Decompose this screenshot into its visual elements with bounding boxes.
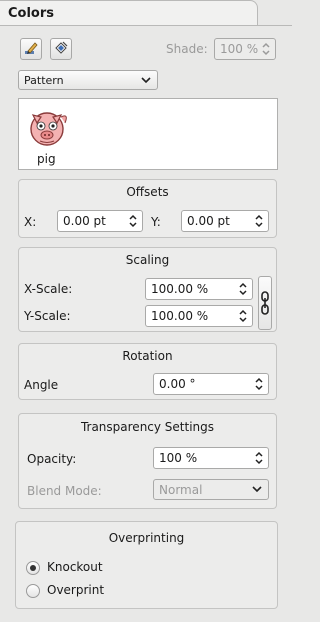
opacity-value: 100 %	[159, 451, 198, 465]
x-scale-value: 100.00 %	[151, 282, 209, 296]
chevron-down-icon	[141, 77, 151, 84]
angle-label: Angle	[24, 378, 59, 392]
x-scale-label: X-Scale:	[24, 282, 73, 296]
tab-divider	[246, 4, 292, 26]
offset-x-value: 0.00 pt	[63, 214, 106, 228]
knockout-option[interactable]: Knockout	[26, 559, 146, 577]
chevron-down-icon	[252, 486, 262, 493]
scaling-title: Scaling	[125, 253, 170, 267]
y-scale-value: 100.00 %	[151, 309, 209, 323]
color-swatch-icon	[53, 40, 69, 59]
pen-edit-icon	[23, 40, 39, 59]
spin-arrows-icon	[239, 282, 247, 296]
overprint-radio[interactable]	[26, 584, 40, 598]
blend-mode-select[interactable]: Normal	[153, 479, 269, 500]
shade-spinbox[interactable]: 100 %	[214, 38, 276, 60]
spin-arrows-icon	[255, 377, 263, 391]
panel-title: Colors	[8, 6, 55, 21]
overprinting-group: Overprinting Knockout Overprint	[15, 521, 278, 609]
pattern-list[interactable]: pig	[18, 98, 278, 170]
pattern-name: pig	[37, 152, 56, 166]
offsets-group: Offsets X: 0.00 pt Y: 0.00 pt	[18, 179, 277, 238]
x-scale-spinbox[interactable]: 100.00 %	[145, 278, 253, 300]
offset-y-spinbox[interactable]: 0.00 pt	[181, 210, 269, 232]
transparency-group: Transparency Settings Opacity: 100 % Ble…	[18, 413, 277, 509]
offsets-title: Offsets	[126, 185, 169, 199]
offset-x-label: X:	[24, 215, 37, 229]
overprint-label: Overprint	[47, 583, 105, 597]
transparency-title: Transparency Settings	[80, 420, 215, 434]
offset-y-value: 0.00 pt	[187, 214, 230, 228]
knockout-radio[interactable]	[26, 561, 40, 575]
edit-color-button[interactable]	[20, 38, 42, 60]
spin-arrows-icon	[262, 42, 270, 56]
pattern-item-pig[interactable]: pig	[21, 101, 73, 167]
link-scale-toggle[interactable]	[258, 276, 272, 330]
offset-x-spinbox[interactable]: 0.00 pt	[57, 210, 143, 232]
swatch-button[interactable]	[50, 38, 72, 60]
y-scale-spinbox[interactable]: 100.00 %	[145, 305, 253, 327]
spin-arrows-icon	[239, 309, 247, 323]
fill-type-select[interactable]: Pattern	[18, 70, 158, 90]
knockout-label: Knockout	[47, 560, 103, 574]
y-scale-label: Y-Scale:	[24, 309, 71, 323]
shade-label: Shade:	[166, 42, 208, 56]
spin-arrows-icon	[255, 451, 263, 465]
shade-value: 100 %	[220, 42, 259, 56]
chain-link-icon	[261, 291, 269, 315]
spin-arrows-icon	[129, 214, 137, 228]
rotation-group: Rotation Angle 0.00 °	[18, 343, 277, 400]
angle-value: 0.00 °	[159, 377, 196, 391]
overprinting-title: Overprinting	[108, 531, 185, 545]
fill-type-value: Pattern	[24, 73, 64, 87]
pig-icon	[30, 112, 67, 146]
blend-mode-value: Normal	[159, 482, 203, 497]
scaling-group: Scaling X-Scale: 100.00 % Y-Scale: 100.0…	[18, 247, 277, 332]
overprint-option[interactable]: Overprint	[26, 582, 146, 600]
opacity-spinbox[interactable]: 100 %	[153, 447, 269, 469]
offset-y-label: Y:	[151, 215, 161, 229]
spin-arrows-icon	[255, 214, 263, 228]
rotation-title: Rotation	[122, 349, 173, 363]
angle-spinbox[interactable]: 0.00 °	[153, 373, 269, 395]
opacity-label: Opacity:	[27, 452, 77, 466]
blend-mode-label: Blend Mode:	[27, 484, 102, 498]
tab-underline	[0, 25, 292, 26]
